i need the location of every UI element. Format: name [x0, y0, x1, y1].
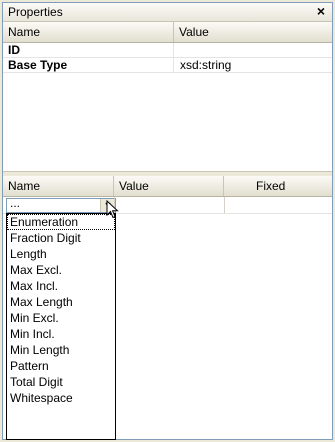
dropdown-option-max-length[interactable]: Max Length	[7, 294, 115, 310]
property-row-base-type[interactable]: Base Type xsd:string	[3, 58, 332, 73]
mouse-pointer-icon	[106, 200, 119, 219]
column-header-name[interactable]: Name	[3, 176, 114, 196]
properties-grid-header: Name Value	[3, 22, 332, 43]
facets-grid-header: Name Value Fixed	[3, 176, 332, 197]
dropdown-option-length[interactable]: Length	[7, 246, 115, 262]
close-icon[interactable]: ×	[314, 3, 328, 19]
panel-titlebar: Properties ×	[3, 3, 332, 22]
property-name: ID	[8, 43, 20, 57]
column-header-fixed[interactable]: Fixed	[224, 176, 332, 196]
properties-panel: Properties × Name Value ID Base Type xsd…	[2, 2, 333, 440]
facet-dropdown-list[interactable]: Enumeration Fraction Digit Length Max Ex…	[6, 213, 116, 440]
dropdown-option-fraction-digit[interactable]: Fraction Digit	[7, 230, 115, 246]
facet-edit-row[interactable]: ... ▼	[3, 196, 332, 214]
dropdown-option-pattern[interactable]: Pattern	[7, 358, 115, 374]
dropdown-option-max-incl[interactable]: Max Incl.	[7, 278, 115, 294]
column-header-value[interactable]: Value	[114, 176, 224, 196]
column-header-value[interactable]: Value	[174, 22, 332, 42]
cell-divider	[173, 58, 174, 72]
dropdown-option-max-excl[interactable]: Max Excl.	[7, 262, 115, 278]
facet-name-combobox[interactable]: ... ▼	[6, 196, 116, 213]
combobox-value: ...	[10, 196, 21, 210]
property-value[interactable]: xsd:string	[180, 58, 231, 72]
property-name: Base Type	[8, 58, 68, 72]
column-header-name[interactable]: Name	[3, 22, 174, 42]
cell-divider	[224, 197, 225, 213]
dropdown-option-min-excl[interactable]: Min Excl.	[7, 310, 115, 326]
dropdown-option-min-length[interactable]: Min Length	[7, 342, 115, 358]
property-row-id[interactable]: ID	[3, 43, 332, 58]
dropdown-option-whitespace[interactable]: Whitespace	[7, 390, 115, 406]
dropdown-option-enumeration[interactable]: Enumeration	[7, 214, 115, 230]
cell-divider	[173, 43, 174, 57]
panel-title: Properties	[8, 5, 63, 19]
dropdown-option-total-digit[interactable]: Total Digit	[7, 374, 115, 390]
dropdown-option-min-incl[interactable]: Min Incl.	[7, 326, 115, 342]
